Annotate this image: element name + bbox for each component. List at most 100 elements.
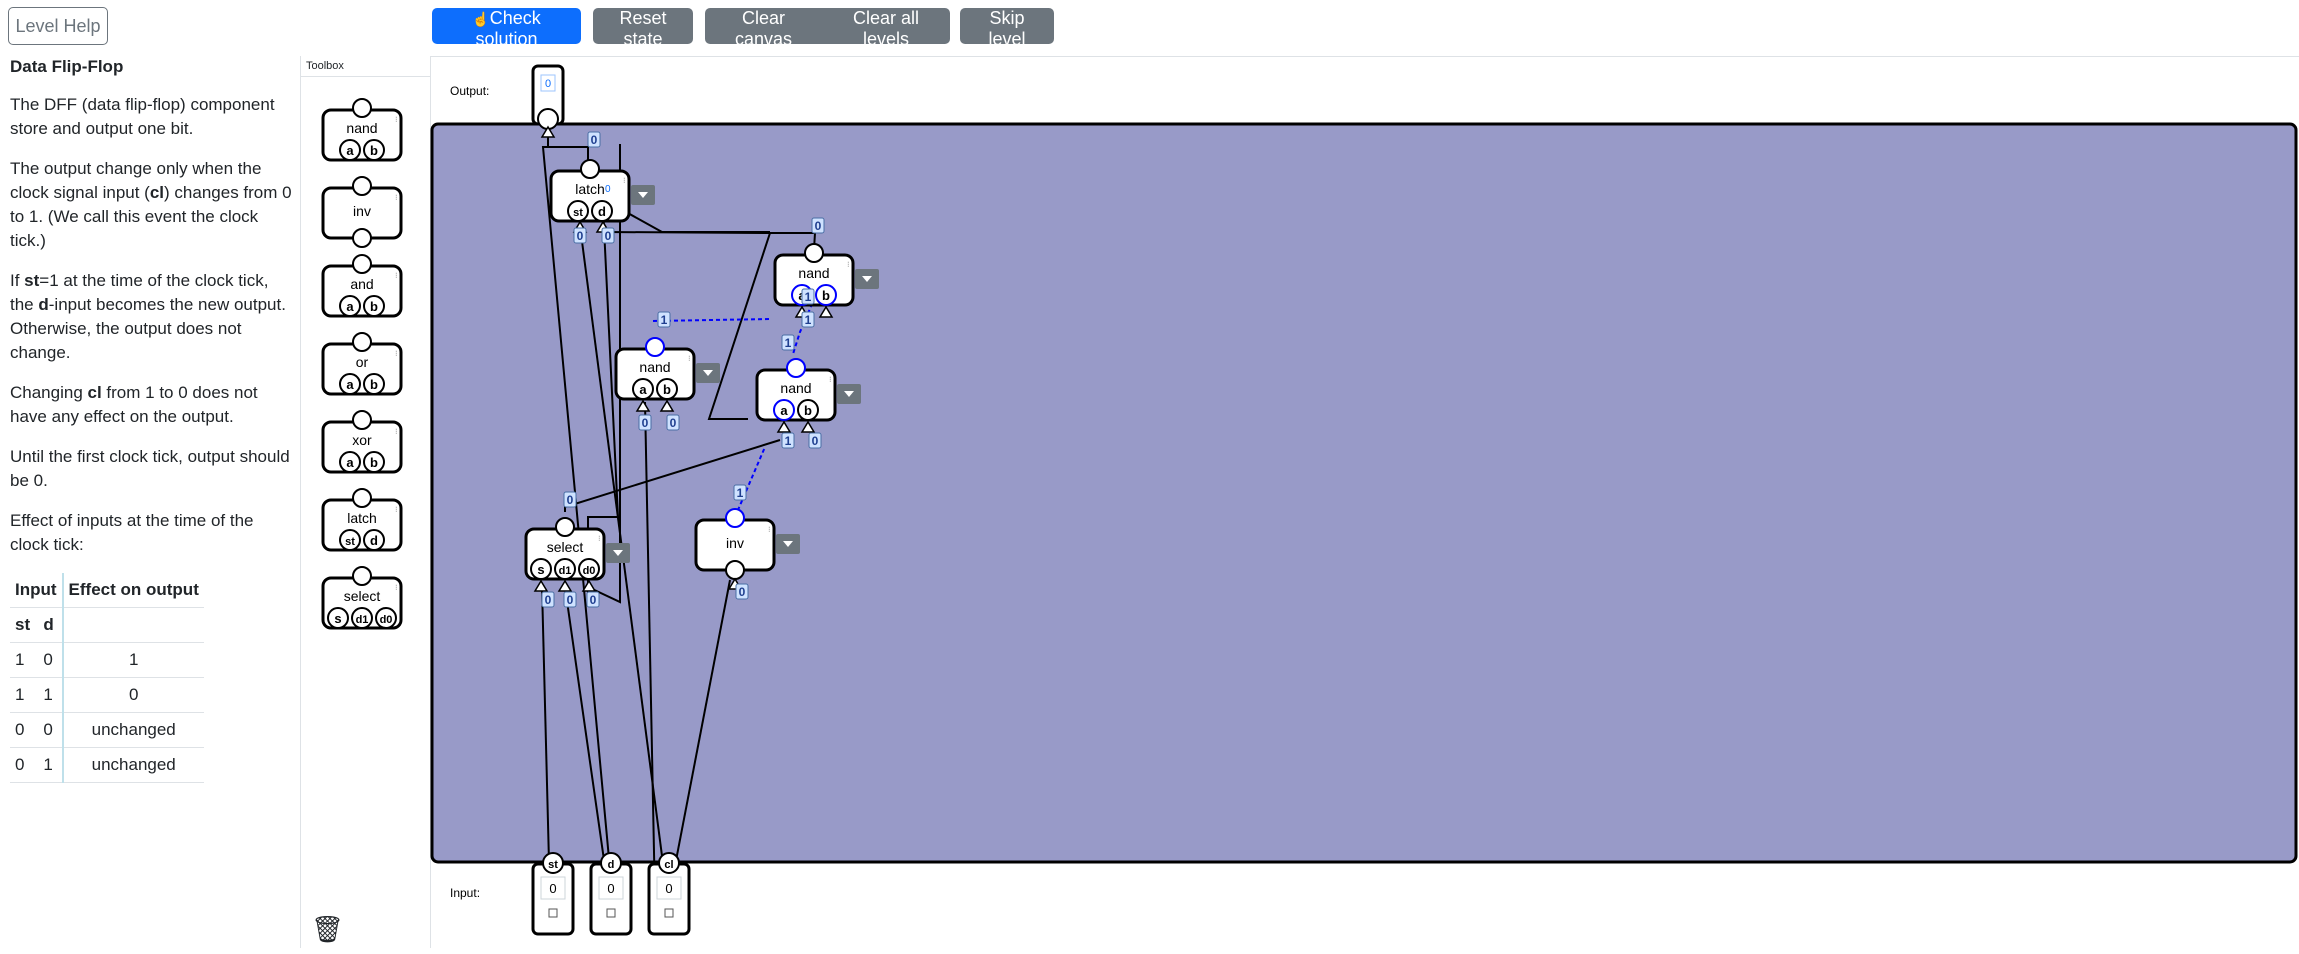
info-mark: ⁝ xyxy=(395,193,398,202)
level-help-button[interactable]: Level Help xyxy=(8,7,108,45)
check-solution-button[interactable]: ☝Check solution xyxy=(432,8,581,49)
input-pin[interactable] xyxy=(725,560,745,580)
component-menu-button[interactable] xyxy=(631,185,655,205)
wire-value-inv-in: 0 xyxy=(739,585,746,599)
input-node-st[interactable]: st 0 xyxy=(531,852,575,936)
help-paragraph-4: Changing cl from 1 to 0 does not have an… xyxy=(10,383,258,426)
level-help-panel: Data Flip-Flop The DFF (data flip-flop) … xyxy=(10,55,295,783)
toolbox-item-latch[interactable]: latch st d ⁝ xyxy=(321,488,403,552)
output-label: Output: xyxy=(450,84,489,98)
input-pin-label: a xyxy=(346,377,354,392)
wire-value-nand-top-b: 1 xyxy=(805,313,812,327)
input-toggle-checkbox[interactable] xyxy=(548,908,558,918)
output-pin[interactable] xyxy=(352,98,372,118)
component-menu-button[interactable] xyxy=(776,534,800,554)
output-pin[interactable] xyxy=(555,517,575,537)
input-pin-label: a xyxy=(346,455,354,470)
output-pin[interactable] xyxy=(352,488,372,508)
wire-value-inv-out: 1 xyxy=(737,486,744,500)
component-menu-button[interactable] xyxy=(696,363,720,383)
input-pin-label: d0 xyxy=(583,565,596,577)
component-menu-button[interactable] xyxy=(837,384,861,404)
toolbox-items: nanda b⁝inv⁝anda b⁝ora b⁝xora b⁝latchst d⁝sel… xyxy=(321,98,403,630)
reset-state-button[interactable]: Reset state xyxy=(593,8,693,49)
output-pin[interactable] xyxy=(352,410,372,430)
component-label: select xyxy=(344,588,381,604)
input-toggle-checkbox[interactable] xyxy=(664,908,674,918)
input-node-cl[interactable]: cl 0 xyxy=(647,852,691,936)
output-pin[interactable] xyxy=(725,508,745,528)
toolbox-item-inv[interactable]: inv ⁝ xyxy=(321,176,403,248)
component-menu-button[interactable] xyxy=(606,543,630,563)
circuit-board[interactable] xyxy=(430,122,2298,864)
output-pin[interactable] xyxy=(352,566,372,586)
output-pin[interactable] xyxy=(580,159,600,179)
toolbox-item-select[interactable]: selects d1 d0 ⁝ xyxy=(321,566,403,630)
table-row: 110 xyxy=(10,677,204,713)
component-menu-button[interactable] xyxy=(855,269,879,289)
info-mark: ⁝ xyxy=(768,525,771,534)
help-paragraph-5: Until the first clock tick, output shoul… xyxy=(10,447,290,490)
truth-table-header-st: st xyxy=(10,607,39,643)
clear-canvas-button[interactable]: Clear canvas xyxy=(705,8,822,49)
workspace: Output:Input:0latchstd0⁝nandab⁝nandab⁝na… xyxy=(430,56,2299,949)
help-paragraph-1: The DFF (data flip-flop) component store… xyxy=(10,95,275,138)
component-label: nand xyxy=(780,380,811,396)
output-pin[interactable] xyxy=(804,243,824,263)
info-mark: ⁝ xyxy=(598,534,601,543)
wire-value-nand-left-out: 1 xyxy=(805,290,812,304)
input-pin-label: d0 xyxy=(380,614,393,626)
wire-value-select-d0: 0 xyxy=(590,593,597,607)
clear-all-levels-button[interactable]: Clear all levels xyxy=(822,8,950,49)
help-paragraph-2: The output change only when the clock si… xyxy=(10,159,292,250)
output-pin[interactable] xyxy=(352,254,372,274)
component-label: latch xyxy=(575,181,605,197)
output-pin[interactable] xyxy=(786,358,806,378)
state-value: 0 xyxy=(605,184,611,195)
output-pin[interactable] xyxy=(352,176,372,196)
component-label: select xyxy=(547,539,584,555)
toolbox-item-nand[interactable]: nand a b ⁝ xyxy=(321,98,403,162)
toolbox-item-and[interactable]: and a b ⁝ xyxy=(321,254,403,318)
component-label: xor xyxy=(352,432,372,448)
output-node[interactable]: 0 xyxy=(531,64,565,130)
input-pin-label: st xyxy=(573,207,583,219)
wire-value-select-out: 0 xyxy=(567,493,574,507)
component-label: or xyxy=(356,354,369,370)
wire-value-latch-d: 0 xyxy=(605,229,612,243)
info-mark: ⁝ xyxy=(829,375,832,384)
wire-value-nand-left-b: 0 xyxy=(670,416,677,430)
output-pin[interactable] xyxy=(645,337,665,357)
component-label: latch xyxy=(347,510,377,526)
wire-value-nand-left-a: 0 xyxy=(642,416,649,430)
thumbs-up-icon: ☝ xyxy=(472,11,490,27)
wire-value-latch-out: 0 xyxy=(591,133,598,147)
input-node-d[interactable]: d0 xyxy=(589,852,633,936)
toolbox-panel: Toolbox nand a b ⁝ inv ⁝ and a b ⁝ or a b ⁝ xor a b ⁝ latc… xyxy=(300,56,431,948)
input-pin[interactable] xyxy=(352,228,372,248)
toolbox-item-xor[interactable]: xor a b ⁝ xyxy=(321,410,403,474)
toolbox-title: Toolbox xyxy=(301,56,430,77)
input-pin-label: a xyxy=(780,403,788,418)
component-label: inv xyxy=(353,203,371,219)
info-mark: ⁝ xyxy=(847,260,850,269)
input-pin-label: a xyxy=(346,299,354,314)
info-mark: ⁝ xyxy=(623,176,626,185)
component-label: nand xyxy=(639,359,670,375)
input-name: cl xyxy=(664,859,673,871)
output-pin[interactable] xyxy=(352,332,372,352)
table-row: 101 xyxy=(10,642,204,678)
info-mark: ⁝ xyxy=(395,271,398,280)
toolbox-item-or[interactable]: ora b ⁝ xyxy=(321,332,403,396)
wire-value-select-s: 0 xyxy=(545,593,552,607)
skip-level-button[interactable]: Skip level xyxy=(960,8,1054,49)
wire-value-latch-st: 0 xyxy=(577,229,584,243)
input-value: 0 xyxy=(607,881,614,896)
trash-icon[interactable]: 🗑 xyxy=(311,914,344,945)
circuit-canvas[interactable]: Output:Input:0latchstd0⁝nandab⁝nandab⁝na… xyxy=(430,57,2299,949)
input-pin-label: s xyxy=(537,562,544,577)
output-value: 0 xyxy=(545,78,551,90)
table-row: 0 1 unchanged xyxy=(10,747,204,783)
input-toggle-checkbox[interactable] xyxy=(606,908,616,918)
input-pin-label: b xyxy=(370,299,378,314)
